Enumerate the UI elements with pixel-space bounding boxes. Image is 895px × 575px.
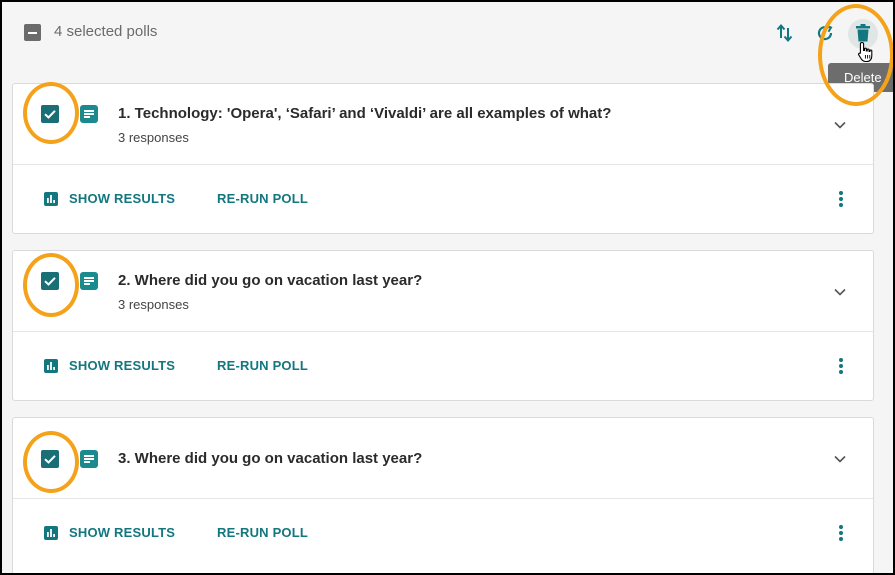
show-results-button[interactable]: SHOW RESULTS — [44, 191, 175, 206]
show-results-button[interactable]: SHOW RESULTS — [44, 358, 175, 373]
deselect-all-checkbox[interactable] — [24, 24, 41, 41]
poll-responses: 3 responses — [118, 297, 189, 312]
chevron-down-icon[interactable] — [831, 450, 849, 468]
selected-count-label: 4 selected polls — [54, 23, 158, 40]
selection-toolbar: 4 selected polls — [2, 2, 893, 64]
rerun-poll-button[interactable]: RE-RUN POLL — [217, 525, 308, 541]
poll-card-actions: SHOW RESULTS RE-RUN POLL — [13, 332, 873, 400]
chevron-down-icon[interactable] — [831, 283, 849, 301]
bar-chart-icon — [44, 358, 58, 373]
poll-card-actions: SHOW RESULTS RE-RUN POLL — [13, 499, 873, 567]
rerun-poll-button[interactable]: RE-RUN POLL — [217, 358, 308, 374]
poll-card: 1. Technology: 'Opera', ‘Safari’ and ‘Vi… — [12, 83, 874, 234]
show-results-label: SHOW RESULTS — [69, 525, 176, 540]
check-icon — [44, 110, 56, 119]
poll-title: 1. Technology: 'Opera', ‘Safari’ and ‘Vi… — [118, 105, 612, 122]
chevron-down-icon[interactable] — [831, 116, 849, 134]
poll-title: 3. Where did you go on vacation last yea… — [118, 450, 423, 467]
check-icon — [44, 277, 56, 286]
poll-checkbox[interactable] — [41, 105, 59, 123]
poll-type-icon — [80, 105, 98, 123]
sort-icon[interactable] — [774, 22, 796, 44]
poll-card: 2. Where did you go on vacation last yea… — [12, 250, 874, 401]
bar-chart-icon — [44, 191, 58, 206]
poll-card-header: 1. Technology: 'Opera', ‘Safari’ and ‘Vi… — [13, 84, 873, 165]
poll-checkbox[interactable] — [41, 450, 59, 468]
poll-type-icon — [80, 272, 98, 290]
poll-checkbox[interactable] — [41, 272, 59, 290]
check-icon — [44, 455, 56, 464]
show-results-button[interactable]: SHOW RESULTS — [44, 525, 175, 540]
poll-responses: 3 responses — [118, 130, 189, 145]
more-options-icon[interactable] — [835, 357, 847, 375]
more-options-icon[interactable] — [835, 524, 847, 542]
poll-card-header: 3. Where did you go on vacation last yea… — [13, 418, 873, 499]
refresh-icon[interactable] — [814, 22, 836, 44]
more-options-icon[interactable] — [835, 190, 847, 208]
show-results-label: SHOW RESULTS — [69, 191, 176, 206]
show-results-label: SHOW RESULTS — [69, 358, 176, 373]
poll-card: 3. Where did you go on vacation last yea… — [12, 417, 874, 573]
polls-panel: 4 selected polls Delete 1. Technology: '… — [0, 0, 895, 575]
poll-card-actions: SHOW RESULTS RE-RUN POLL — [13, 165, 873, 233]
poll-title: 2. Where did you go on vacation last yea… — [118, 272, 423, 289]
poll-card-header: 2. Where did you go on vacation last yea… — [13, 251, 873, 332]
poll-type-icon — [80, 450, 98, 468]
bar-chart-icon — [44, 525, 58, 540]
rerun-poll-button[interactable]: RE-RUN POLL — [217, 191, 308, 207]
